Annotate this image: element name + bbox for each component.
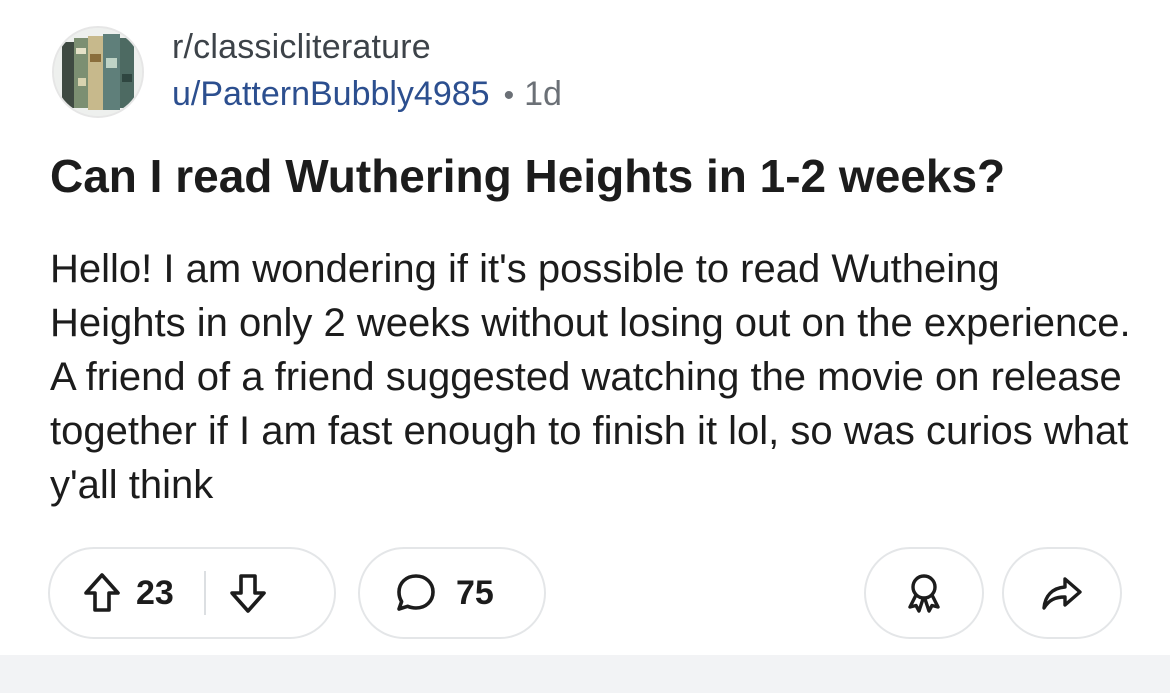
author-link[interactable]: u/PatternBubbly4985 xyxy=(172,75,490,113)
subreddit-avatar[interactable] xyxy=(52,26,144,118)
post-meta: u/PatternBubbly4985 • 1d xyxy=(172,75,562,114)
share-button[interactable] xyxy=(1002,547,1122,639)
upvote-count: 23 xyxy=(136,573,174,612)
post-title[interactable]: Can I read Wuthering Heights in 1-2 week… xyxy=(50,146,1130,206)
books-icon xyxy=(54,28,142,116)
feed-separator xyxy=(0,655,1170,693)
arrow-up-icon[interactable] xyxy=(82,571,122,615)
post-age: 1d xyxy=(524,75,562,113)
award-button[interactable] xyxy=(864,547,984,639)
award-ribbon-icon xyxy=(904,571,944,615)
vote-controls: 23 xyxy=(48,547,336,639)
post-card: r/classicliterature u/PatternBubbly4985 •… xyxy=(0,0,1170,655)
post-body: Hello! I am wondering if it's possible t… xyxy=(50,247,1131,507)
comment-count: 75 xyxy=(456,573,494,612)
share-arrow-icon xyxy=(1040,573,1084,613)
meta-separator: • xyxy=(503,79,515,112)
subreddit-name[interactable]: r/classicliterature xyxy=(172,28,431,67)
comments-button[interactable]: 75 xyxy=(358,547,546,639)
arrow-down-icon[interactable] xyxy=(228,571,268,615)
speech-bubble-icon xyxy=(394,571,438,615)
vote-divider xyxy=(203,571,206,615)
